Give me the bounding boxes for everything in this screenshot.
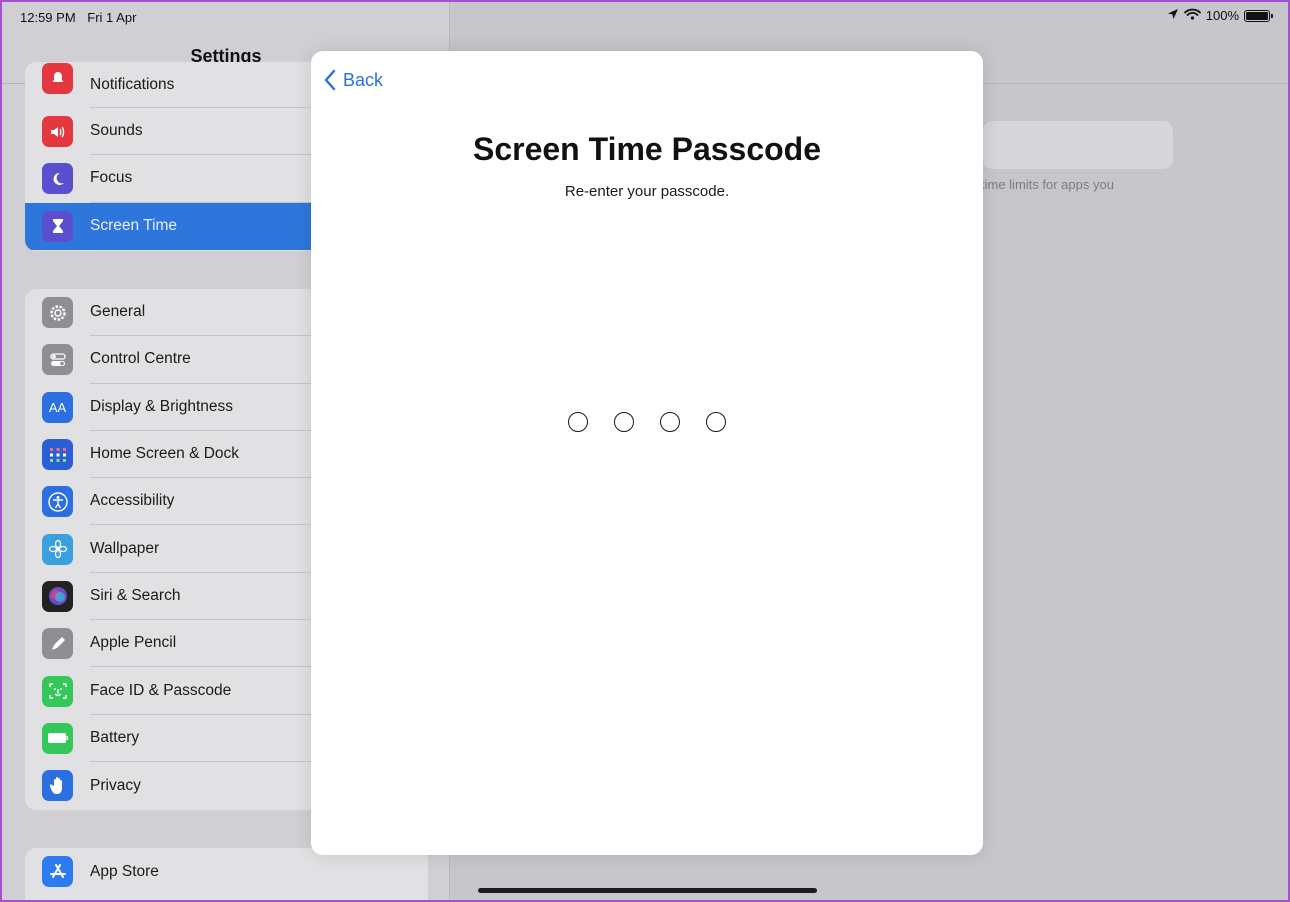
status-indicators: 100% xyxy=(1167,8,1273,23)
speaker-icon xyxy=(42,116,73,148)
back-button[interactable]: Back xyxy=(323,69,383,91)
flower-icon xyxy=(42,533,73,565)
text-size-icon: AA xyxy=(42,391,73,423)
battery-icon xyxy=(42,722,73,754)
passcode-dot xyxy=(614,412,634,432)
moon-icon xyxy=(42,163,73,195)
hand-icon xyxy=(42,770,73,802)
bell-icon xyxy=(42,62,73,94)
app-store-icon xyxy=(42,856,73,888)
sidebar-item-label: App Store xyxy=(90,862,159,880)
modal-subtitle: Re-enter your passcode. xyxy=(564,183,730,200)
pencil-icon xyxy=(42,628,73,660)
passcode-dot xyxy=(568,412,588,432)
passcode-entry[interactable] xyxy=(311,412,983,432)
grid-icon xyxy=(42,439,73,471)
gear-icon xyxy=(42,297,73,329)
battery-percentage: 100% xyxy=(1205,8,1239,23)
status-date: Fri 1 Apr xyxy=(87,10,137,25)
passcode-dot xyxy=(660,412,680,432)
status-time: 12:59 PM Fri 1 Apr xyxy=(20,10,136,25)
wifi-icon xyxy=(1183,8,1201,23)
chevron-left-icon xyxy=(324,69,336,91)
detail-caption: time limits for apps you xyxy=(981,177,1114,192)
back-button-label: Back xyxy=(343,69,384,90)
passcode-modal: Back Screen Time Passcode Re-enter your … xyxy=(311,51,983,855)
modal-title: Screen Time Passcode xyxy=(472,131,822,167)
ipad-screen: Settings Notifications Sounds Focus Scre… xyxy=(0,0,1290,902)
sidebar-item-app-store[interactable]: App Store xyxy=(25,848,428,895)
sidebar-group-3: App Store xyxy=(25,848,428,900)
status-battery-icon xyxy=(1244,9,1273,22)
passcode-dot xyxy=(706,412,726,432)
status-bar: 12:59 PM Fri 1 Apr 100% xyxy=(2,2,1288,32)
location-arrow-icon xyxy=(1167,8,1179,23)
detail-card xyxy=(983,121,1173,169)
toggles-icon xyxy=(42,344,73,376)
status-clock: 12:59 PM xyxy=(20,10,76,25)
face-id-icon xyxy=(42,675,73,707)
accessibility-icon xyxy=(42,486,73,518)
siri-icon xyxy=(42,580,73,612)
home-indicator[interactable] xyxy=(478,888,817,893)
hourglass-icon xyxy=(42,210,73,242)
